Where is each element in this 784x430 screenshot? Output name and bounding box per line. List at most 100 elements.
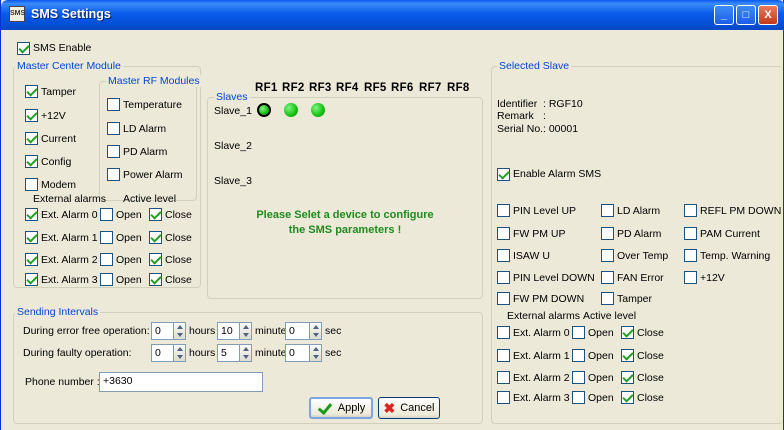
- identifier-value: : RGF10: [543, 98, 583, 110]
- master-rf-label: Power Alarm: [123, 169, 183, 181]
- active-open-checkbox[interactable]: [100, 253, 113, 266]
- faulty-sec-spinner[interactable]: [309, 344, 322, 362]
- close-button[interactable]: X: [758, 5, 778, 25]
- sel-open-checkbox[interactable]: [572, 326, 585, 339]
- sel-alarm-checkbox[interactable]: [684, 204, 697, 217]
- apply-button[interactable]: Apply: [309, 397, 373, 419]
- sel-alarm-checkbox[interactable]: [497, 292, 510, 305]
- faulty-hours-spinner[interactable]: [173, 344, 186, 362]
- master-item-checkbox[interactable]: [25, 178, 38, 191]
- close-label: Close: [165, 274, 192, 286]
- sel-alarm-label: PAM Current: [700, 228, 760, 240]
- master-item-label: Current: [41, 133, 77, 145]
- sel-ext-alarm-checkbox[interactable]: [497, 371, 510, 384]
- sel-alarm-checkbox[interactable]: [601, 227, 614, 240]
- master-rf-checkbox[interactable]: [107, 145, 120, 158]
- error-free-sec-input[interactable]: 0: [285, 322, 311, 340]
- active-close-checkbox[interactable]: [149, 208, 162, 221]
- remark-value: :: [543, 110, 546, 122]
- sec-label: sec: [325, 325, 342, 337]
- master-center-title: Master Center Module: [15, 60, 123, 72]
- sel-alarm-label: PIN Level DOWN: [513, 272, 595, 284]
- error-free-minutes-spinner[interactable]: [239, 322, 252, 340]
- phone-number-input[interactable]: +3630: [99, 372, 263, 392]
- ext-alarm-checkbox[interactable]: [25, 273, 38, 286]
- slave-row-label: Slave_3: [214, 175, 252, 187]
- sel-alarm-checkbox[interactable]: [497, 204, 510, 217]
- status-led[interactable]: [257, 103, 271, 117]
- phone-number-label: Phone number :: [25, 376, 100, 388]
- sel-open-checkbox[interactable]: [572, 371, 585, 384]
- faulty-minutes-input[interactable]: 5: [217, 344, 241, 362]
- master-item-label: Tamper: [41, 86, 77, 98]
- error-free-hours-spinner[interactable]: [173, 322, 186, 340]
- sel-alarm-checkbox[interactable]: [601, 292, 614, 305]
- master-rf-title: Master RF Modules: [106, 75, 202, 87]
- active-open-checkbox[interactable]: [100, 208, 113, 221]
- active-open-checkbox[interactable]: [100, 231, 113, 244]
- faulty-sec-input[interactable]: 0: [285, 344, 311, 362]
- sel-ext-alarm-checkbox[interactable]: [497, 349, 510, 362]
- sel-alarm-checkbox[interactable]: [497, 227, 510, 240]
- enable-alarm-sms-checkbox[interactable]: [497, 168, 510, 181]
- status-led[interactable]: [311, 103, 325, 117]
- sel-close-checkbox[interactable]: [621, 391, 634, 404]
- faulty-hours-input[interactable]: 0: [151, 344, 175, 362]
- sel-alarm-checkbox[interactable]: [601, 271, 614, 284]
- maximize-button[interactable]: □: [736, 5, 756, 25]
- serial-label: Serial No.: [497, 123, 544, 135]
- cancel-button[interactable]: ✖ Cancel: [378, 397, 440, 419]
- active-close-checkbox[interactable]: [149, 253, 162, 266]
- sel-open-checkbox[interactable]: [572, 349, 585, 362]
- active-close-checkbox[interactable]: [149, 231, 162, 244]
- active-close-checkbox[interactable]: [149, 273, 162, 286]
- sel-ext-alarm-label: Ext. Alarm 1: [513, 350, 570, 362]
- sel-alarm-checkbox[interactable]: [684, 227, 697, 240]
- master-item-checkbox[interactable]: [25, 132, 38, 145]
- slaves-title: Slaves: [214, 91, 250, 103]
- sel-open-checkbox[interactable]: [572, 391, 585, 404]
- sel-active-level-header: Active level: [583, 310, 637, 322]
- sel-alarm-checkbox[interactable]: [601, 204, 614, 217]
- minimize-button[interactable]: _: [714, 5, 734, 25]
- ext-alarm-checkbox[interactable]: [25, 253, 38, 266]
- identifier-label: Identifier: [497, 98, 538, 110]
- sel-alarm-checkbox[interactable]: [601, 249, 614, 262]
- master-rf-checkbox[interactable]: [107, 168, 120, 181]
- close-label: Close: [637, 372, 664, 384]
- sms-enable-checkbox[interactable]: [17, 42, 30, 55]
- rf-column-header: RF2: [282, 82, 305, 94]
- sel-alarm-checkbox[interactable]: [497, 271, 510, 284]
- sel-ext-alarm-checkbox[interactable]: [497, 391, 510, 404]
- sel-alarm-checkbox[interactable]: [497, 249, 510, 262]
- slave-row-label: Slave_2: [214, 140, 252, 152]
- sel-alarm-checkbox[interactable]: [684, 249, 697, 262]
- error-free-hours-input[interactable]: 0: [151, 322, 175, 340]
- sel-close-checkbox[interactable]: [621, 326, 634, 339]
- sel-ext-alarm-checkbox[interactable]: [497, 326, 510, 339]
- sel-alarm-checkbox[interactable]: [684, 271, 697, 284]
- master-rf-checkbox[interactable]: [107, 122, 120, 135]
- master-item-checkbox[interactable]: [25, 109, 38, 122]
- master-item-checkbox[interactable]: [25, 155, 38, 168]
- error-free-sec-spinner[interactable]: [309, 322, 322, 340]
- sel-close-checkbox[interactable]: [621, 371, 634, 384]
- sel-alarm-label: Over Temp: [617, 250, 669, 262]
- error-free-minutes-input[interactable]: 10: [217, 322, 241, 340]
- master-rf-checkbox[interactable]: [107, 98, 120, 111]
- ext-alarm-checkbox[interactable]: [25, 231, 38, 244]
- active-open-checkbox[interactable]: [100, 273, 113, 286]
- master-item-checkbox[interactable]: [25, 85, 38, 98]
- close-label: Close: [637, 350, 664, 362]
- title-bar[interactable]: SMS SMS Settings _ □ X: [1, 0, 784, 30]
- status-led[interactable]: [284, 103, 298, 117]
- rf-column-header: RF8: [447, 82, 470, 94]
- sel-alarm-label: FAN Error: [617, 272, 664, 284]
- rf-column-header: RF3: [309, 82, 332, 94]
- serial-value: : 00001: [543, 123, 579, 135]
- ext-alarm-label: Ext. Alarm 3: [41, 274, 98, 286]
- ext-alarm-checkbox[interactable]: [25, 208, 38, 221]
- open-label: Open: [588, 372, 614, 384]
- faulty-minutes-spinner[interactable]: [239, 344, 252, 362]
- sel-close-checkbox[interactable]: [621, 349, 634, 362]
